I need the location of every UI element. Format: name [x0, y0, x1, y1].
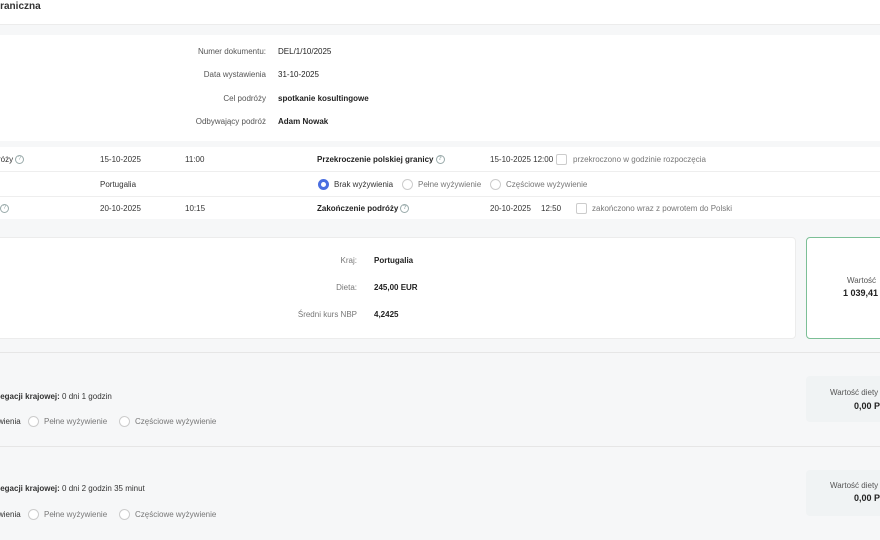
traveler-label: Odbywający podróż — [195, 117, 266, 126]
page-header: graniczna — [0, 0, 880, 25]
country-value: Portugalia — [100, 180, 137, 189]
trip-end-label: Zakończenie podróży? — [317, 204, 410, 214]
row-divider — [0, 171, 880, 172]
row-divider — [0, 196, 880, 197]
domestic-total-value: 0,00 P — [854, 401, 880, 411]
traveler-value: Adam Nowak — [278, 117, 329, 126]
meal-full-radio[interactable] — [28, 416, 39, 427]
meal-none-label: wienia — [0, 417, 21, 426]
diet-label: Dieta: — [336, 283, 357, 292]
meal-partial-label: Częściowe wyżywienie — [506, 180, 588, 189]
issue-date-value: 31-10-2025 — [278, 70, 319, 79]
nbp-rate-label: Średni kurs NBP — [297, 310, 357, 319]
domestic-total-box-2: Wartość diety 0,00 P — [806, 470, 880, 516]
help-icon[interactable]: ? — [15, 155, 25, 165]
doc-number-value: DEL/1/10/2025 — [278, 47, 332, 56]
meal-partial-radio[interactable] — [119, 509, 130, 520]
meal-partial-label: Częściowe wyżywienie — [135, 510, 217, 519]
meal-full-label: Pełne wyżywienie — [418, 180, 482, 189]
meal-full-radio[interactable] — [402, 179, 413, 190]
meal-full-label: Pełne wyżywienie — [44, 417, 108, 426]
meal-full-radio[interactable] — [28, 509, 39, 520]
meal-partial-radio[interactable] — [490, 179, 501, 190]
section-divider — [0, 446, 880, 447]
country-label: Kraj: — [340, 256, 357, 265]
trip-details-panel: róży? 15-10-2025 11:00 Przekroczenie pol… — [0, 147, 880, 219]
border-check-label: przekroczono w godzinie rozpoczęcia — [573, 155, 706, 164]
domestic-diet-section-2: legacji krajowej: 0 dni 2 godzin 35 minu… — [0, 452, 880, 536]
help-icon[interactable]: ? — [435, 155, 445, 165]
issue-date-label: Data wystawienia — [203, 70, 266, 79]
meal-full-label: Pełne wyżywienie — [44, 510, 108, 519]
return-check-checkbox[interactable] — [576, 203, 587, 214]
domestic-total-label: Wartość diety — [830, 388, 879, 397]
border-check-checkbox[interactable] — [556, 154, 567, 165]
foreign-diet-card: Kraj: Portugalia Dieta: 245,00 EUR Średn… — [0, 237, 796, 339]
document-info-panel: Numer dokumentu: DEL/1/10/2025 Data wyst… — [0, 35, 880, 141]
trip-start-time[interactable]: 11:00 — [185, 155, 204, 164]
foreign-total-label: Wartość — [847, 276, 877, 285]
foreign-total-value: 1 039,41 — [843, 288, 879, 298]
trip-end-date-2[interactable]: 20-10-2025 — [490, 204, 531, 213]
meal-partial-label: Częściowe wyżywienie — [135, 417, 217, 426]
diet-value: 245,00 EUR — [374, 283, 418, 292]
meal-none-label: wienia — [0, 510, 21, 519]
domestic-total-label: Wartość diety — [830, 481, 879, 490]
foreign-total-box: Wartość 1 039,41 — [806, 237, 880, 339]
trip-start-label: róży? — [0, 155, 25, 165]
section-divider — [0, 352, 880, 353]
domestic-duration-1: legacji krajowej: 0 dni 1 godzin — [0, 392, 112, 401]
help-icon[interactable]: ? — [400, 204, 410, 214]
trip-purpose-label: Cel podróży — [223, 94, 266, 103]
border-crossing-label: Przekroczenie polskiej granicy? — [317, 155, 445, 165]
domestic-total-value: 0,00 P — [854, 493, 880, 503]
meal-none-radio[interactable] — [318, 179, 329, 190]
country-value: Portugalia — [374, 256, 414, 265]
domestic-diet-section-1: legacji krajowej: 0 dni 1 godzin wienia … — [0, 360, 880, 444]
page-title: graniczna — [0, 1, 41, 12]
help-icon[interactable]: ? — [0, 204, 9, 213]
doc-number-label: Numer dokumentu: — [197, 47, 266, 56]
trip-purpose-value: spotkanie kosultingowe — [278, 94, 369, 103]
trip-start-date[interactable]: 15-10-2025 — [100, 155, 141, 164]
trip-end-time-2[interactable]: 12:50 — [541, 204, 561, 213]
border-crossing-datetime[interactable]: 15-10-2025 12:00 — [490, 155, 553, 164]
return-check-label: zakończono wraz z powrotem do Polski — [592, 204, 733, 213]
trip-end-time[interactable]: 10:15 — [185, 204, 205, 213]
meal-none-label: Brak wyżywienia — [334, 180, 394, 189]
domestic-duration-2: legacji krajowej: 0 dni 2 godzin 35 minu… — [0, 484, 145, 493]
nbp-rate-value: 4,2425 — [374, 310, 399, 319]
domestic-total-box-1: Wartość diety 0,00 P — [806, 376, 880, 422]
meal-partial-radio[interactable] — [119, 416, 130, 427]
trip-end-date[interactable]: 20-10-2025 — [100, 204, 141, 213]
